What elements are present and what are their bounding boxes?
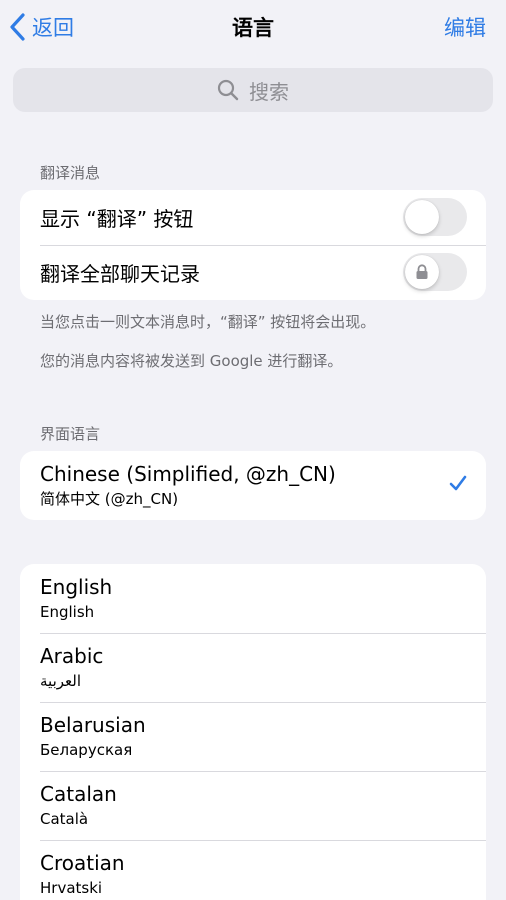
language-settings-screen: 返回 语言 编辑 搜索 翻译消息 显示 “翻译” 按钮 翻译全部聊天记录 当您点… bbox=[0, 0, 506, 900]
translate-all-chats-row[interactable]: 翻译全部聊天记录 bbox=[20, 245, 486, 300]
show-translate-button-toggle[interactable] bbox=[403, 198, 467, 236]
language-name: Arabic bbox=[40, 644, 104, 668]
language-row-arabic[interactable]: Arabic العربية bbox=[20, 633, 486, 702]
translate-settings-group: 显示 “翻译” 按钮 翻译全部聊天记录 bbox=[20, 190, 486, 300]
section-header-interface-language: 界面语言 bbox=[40, 425, 101, 443]
translate-all-chats-label: 翻译全部聊天记录 bbox=[40, 262, 200, 286]
language-native-name: Беларуская bbox=[40, 741, 133, 759]
language-native-name: Hrvatski bbox=[40, 879, 103, 897]
toggle-knob bbox=[405, 200, 439, 234]
language-name: Catalan bbox=[40, 782, 117, 806]
language-row-croatian[interactable]: Croatian Hrvatski bbox=[20, 840, 486, 900]
language-name: Belarusian bbox=[40, 713, 146, 737]
show-translate-button-row[interactable]: 显示 “翻译” 按钮 bbox=[20, 190, 486, 245]
toggle-knob bbox=[405, 255, 439, 289]
page-title: 语言 bbox=[232, 16, 274, 40]
checkmark-icon bbox=[449, 475, 467, 491]
language-name: Chinese (Simplified, @zh_CN) bbox=[40, 462, 336, 486]
language-native-name: العربية bbox=[40, 672, 81, 690]
translate-footnote-2: 您的消息内容将被发送到 Google 进行翻译。 bbox=[40, 352, 343, 370]
language-row-catalan[interactable]: Catalan Català bbox=[20, 771, 486, 840]
nav-bar: 返回 语言 编辑 bbox=[0, 0, 506, 54]
language-row-belarusian[interactable]: Belarusian Беларуская bbox=[20, 702, 486, 771]
show-translate-button-label: 显示 “翻译” 按钮 bbox=[40, 207, 194, 231]
search-input[interactable]: 搜索 bbox=[13, 68, 493, 112]
language-native-name: 简体中文 (@zh_CN) bbox=[40, 490, 179, 508]
search-icon bbox=[217, 79, 239, 101]
language-list: English English Arabic العربية Belarusia… bbox=[20, 564, 486, 900]
edit-button[interactable]: 编辑 bbox=[444, 12, 486, 42]
translate-all-chats-toggle[interactable] bbox=[403, 253, 467, 291]
language-native-name: Català bbox=[40, 810, 89, 828]
language-native-name: English bbox=[40, 603, 95, 621]
language-name: English bbox=[40, 575, 113, 599]
selected-language-row[interactable]: Chinese (Simplified, @zh_CN) 简体中文 (@zh_C… bbox=[20, 451, 486, 520]
interface-language-group: Chinese (Simplified, @zh_CN) 简体中文 (@zh_C… bbox=[20, 451, 486, 520]
lock-icon bbox=[416, 264, 428, 279]
translate-footnote-1: 当您点击一则文本消息时，“翻译” 按钮将会出现。 bbox=[40, 313, 376, 331]
language-name: Croatian bbox=[40, 851, 125, 875]
section-header-translate: 翻译消息 bbox=[40, 164, 101, 182]
search-placeholder: 搜索 bbox=[249, 79, 289, 104]
language-row-english[interactable]: English English bbox=[20, 564, 486, 633]
